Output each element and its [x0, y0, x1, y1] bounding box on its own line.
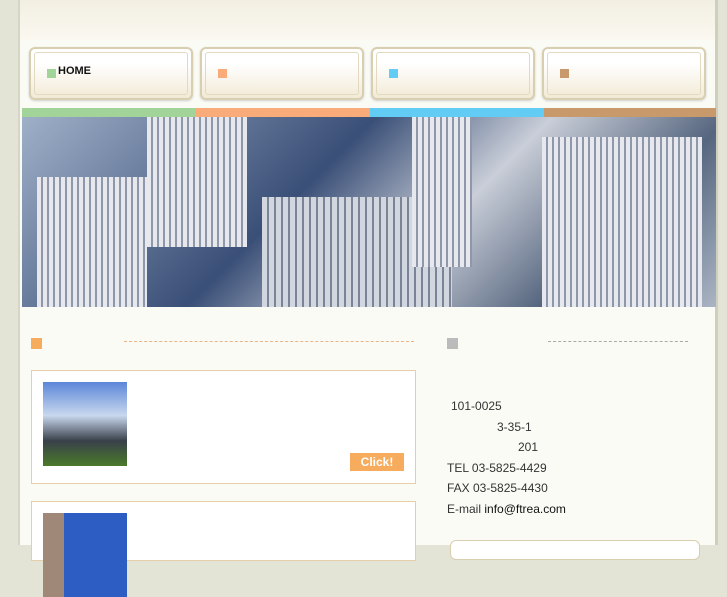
news-card: Click! — [31, 370, 416, 484]
address-line: 201 — [518, 440, 539, 454]
click-button[interactable]: Click! — [350, 453, 404, 471]
nav-button-4[interactable] — [542, 47, 706, 100]
postal-code: 101-0025 — [451, 399, 502, 413]
nav-bullet-icon — [560, 69, 569, 78]
nav-label: HOME — [58, 65, 91, 77]
news-thumbnail — [43, 382, 127, 466]
company-info: 101-0025 3-35-1 201 TEL 03-5825-4429 FAX… — [447, 396, 566, 519]
nav-button-2[interactable] — [200, 47, 364, 100]
news-thumbnail — [43, 513, 127, 597]
nav-bullet-icon — [218, 69, 227, 78]
divider — [548, 341, 688, 342]
fax-number: FAX 03-5825-4430 — [447, 481, 548, 495]
nav-button-3[interactable] — [371, 47, 535, 100]
news-card — [31, 501, 416, 597]
news-section-icon — [31, 338, 42, 349]
phone-number: TEL 03-5825-4429 — [447, 460, 547, 475]
page-container: HOME Click! 101-0025 3-35-1 201 TEL 03-5… — [18, 0, 718, 597]
nav-bullet-icon — [47, 69, 56, 78]
color-strip-orange — [196, 108, 370, 117]
company-section-icon — [447, 338, 458, 349]
color-strip-green — [22, 108, 196, 117]
address-line: 3-35-1 — [497, 419, 532, 434]
city-banner-image — [22, 117, 716, 307]
header — [20, 0, 715, 40]
color-strip-brown — [544, 108, 716, 117]
nav-home-button[interactable]: HOME — [29, 47, 193, 100]
nav-bullet-icon — [389, 69, 398, 78]
email-label: E-mail — [447, 501, 482, 516]
divider — [124, 341, 414, 342]
sidebar-box — [450, 540, 700, 560]
color-strip-blue — [370, 108, 544, 117]
email-link[interactable]: info@ftrea.com — [484, 502, 566, 516]
